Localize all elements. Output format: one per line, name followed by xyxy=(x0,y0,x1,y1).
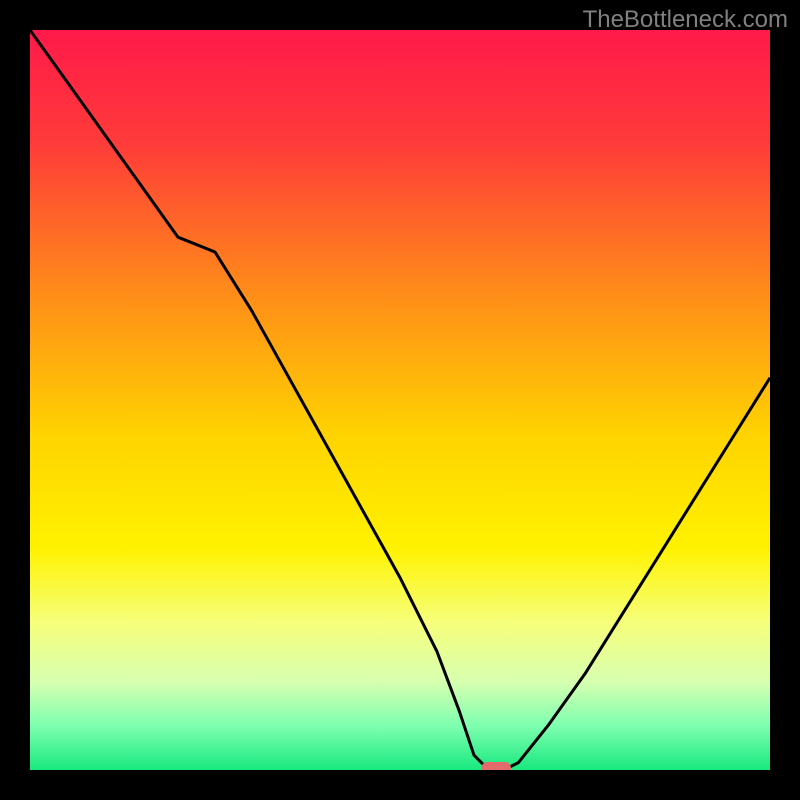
chart-container xyxy=(30,30,770,770)
chart-svg xyxy=(30,30,770,770)
watermark-text: TheBottleneck.com xyxy=(583,6,788,34)
gradient-background xyxy=(30,30,770,770)
optimal-marker xyxy=(481,762,511,770)
